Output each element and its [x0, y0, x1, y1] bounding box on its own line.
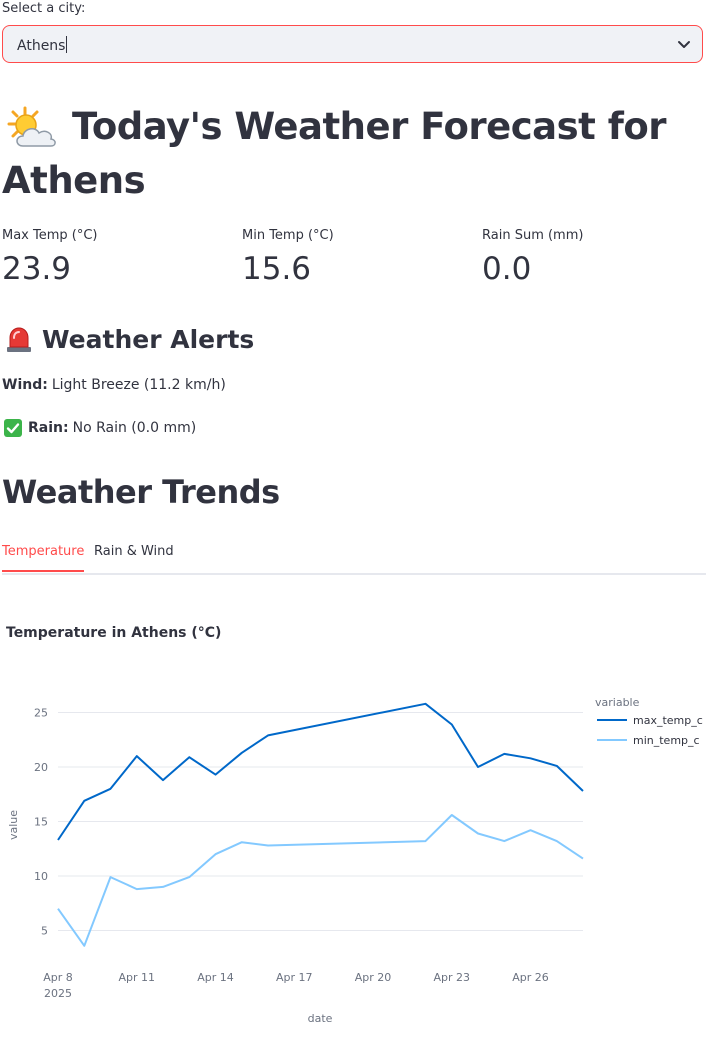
- chevron-down-icon[interactable]: [676, 36, 692, 52]
- x-tick-label: Apr 17: [276, 971, 313, 984]
- metric-min-temp: Min Temp (°C) 15.6: [242, 228, 334, 287]
- x-tick-label: Apr 11: [118, 971, 155, 984]
- metric-label: Rain Sum (mm): [482, 228, 584, 243]
- city-select-label: Select a city:: [2, 1, 86, 16]
- rain-text: No Rain (0.0 mm): [72, 420, 197, 436]
- temperature-chart[interactable]: 510152025Apr 8 Apr 11 Apr 14 Apr 17 Apr 20 Ap…: [0, 660, 709, 1040]
- siren-icon: [7, 327, 31, 352]
- chart-title: Temperature in Athens (°C): [6, 625, 222, 641]
- metric-value: 23.9: [2, 251, 72, 287]
- x-tick-label: Apr 23: [433, 971, 470, 984]
- legend-item[interactable]: max_temp_c: [633, 714, 703, 727]
- x-tick-label: Apr 26: [512, 971, 549, 984]
- tab-rain-wind[interactable]: Rain & Wind: [94, 544, 174, 570]
- metric-label: Max Temp (°C): [2, 228, 98, 243]
- check-mark-icon: [4, 419, 22, 437]
- rain-label: Rain:: [28, 420, 69, 436]
- metric-rain-sum: Rain Sum (mm) 0.0: [482, 228, 583, 287]
- x-tick-label: Apr 20: [355, 971, 392, 984]
- metric-label: Min Temp (°C): [242, 228, 334, 243]
- page-title: Today's Weather Forecast for Athens: [2, 105, 667, 202]
- trends-heading: Weather Trends: [2, 473, 280, 511]
- city-select[interactable]: Athens: [2, 25, 703, 63]
- y-tick-label: 5: [41, 925, 48, 938]
- wind-label: Wind:: [2, 377, 48, 393]
- y-tick-label: 10: [34, 870, 48, 883]
- rain-alert: Rain: No Rain (0.0 mm): [4, 419, 196, 437]
- legend-title: variable: [595, 696, 640, 709]
- x-axis-title: date: [308, 1012, 333, 1025]
- metric-value: 0.0: [482, 251, 532, 287]
- alerts-heading: Weather Alerts: [4, 324, 254, 354]
- y-tick-label: 25: [34, 707, 48, 720]
- legend-item[interactable]: min_temp_c: [633, 734, 700, 747]
- y-tick-label: 20: [34, 761, 48, 774]
- city-select-value[interactable]: Athens: [17, 36, 68, 54]
- alerts-heading-text: Weather Alerts: [42, 324, 255, 354]
- metric-max-temp: Max Temp (°C) 23.9: [2, 228, 98, 287]
- x-tick-label: Apr 14: [197, 971, 234, 984]
- series-line-max_temp_c[interactable]: [57, 702, 584, 841]
- trends-tabs: Temperature Rain & Wind: [2, 540, 706, 575]
- wind-alert: Wind: Light Breeze (11.2 km/h): [2, 377, 226, 393]
- x-tick-label: Apr 8: [43, 971, 73, 984]
- series-line-min_temp_c[interactable]: [57, 814, 584, 947]
- wind-text: Light Breeze (11.2 km/h): [51, 377, 226, 393]
- tab-temperature[interactable]: Temperature: [2, 544, 85, 572]
- x-tick-year: 2025: [44, 987, 72, 1000]
- y-axis-title: value: [7, 810, 20, 840]
- metric-value: 15.6: [242, 251, 312, 287]
- y-tick-label: 15: [34, 816, 48, 829]
